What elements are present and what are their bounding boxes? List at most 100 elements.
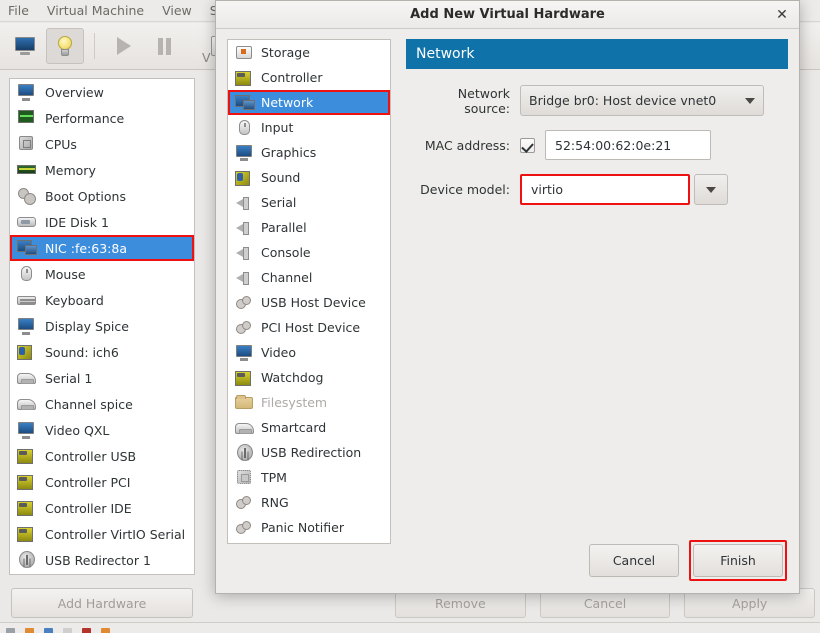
sound-icon: [235, 169, 253, 186]
cpu-icon: [17, 135, 37, 153]
device-item-label: USB Redirection: [261, 445, 362, 460]
hardware-item-memory[interactable]: Memory: [10, 157, 194, 183]
hardware-item-controller-ide[interactable]: Controller IDE: [10, 495, 194, 521]
hardware-item-performance[interactable]: Performance: [10, 105, 194, 131]
hardware-item-label: Video QXL: [45, 422, 110, 438]
video-icon: [235, 344, 253, 361]
device-item-channel[interactable]: Channel: [228, 265, 390, 290]
disk-icon: [17, 213, 37, 231]
device-item-usb-host-device[interactable]: USB Host Device: [228, 290, 390, 315]
menu-virtual-machine[interactable]: Virtual Machine: [47, 3, 144, 18]
hardware-item-label: CPUs: [45, 136, 77, 152]
device-item-serial[interactable]: Serial: [228, 190, 390, 215]
device-item-smartcard[interactable]: Smartcard: [228, 415, 390, 440]
taskbar-item[interactable]: [63, 627, 72, 633]
mac-address-checkbox[interactable]: [520, 137, 535, 153]
device-item-graphics[interactable]: Graphics: [228, 140, 390, 165]
device-model-dropdown-button[interactable]: [694, 174, 728, 205]
menu-file[interactable]: File: [8, 3, 29, 18]
graphics-icon: [235, 144, 253, 161]
hardware-item-ide-disk-1[interactable]: IDE Disk 1: [10, 209, 194, 235]
device-model-row: Device model: virtio: [410, 174, 784, 205]
device-item-storage[interactable]: Storage: [228, 40, 390, 65]
hardware-item-controller-usb[interactable]: Controller USB: [10, 443, 194, 469]
hardware-item-channel-spice[interactable]: Channel spice: [10, 391, 194, 417]
taskbar-item[interactable]: [25, 627, 34, 633]
hardware-item-serial-1[interactable]: Serial 1: [10, 365, 194, 391]
usb-icon: [17, 551, 37, 569]
device-item-pci-host-device[interactable]: PCI Host Device: [228, 315, 390, 340]
device-item-rng[interactable]: RNG: [228, 490, 390, 515]
storage-icon: [235, 44, 253, 61]
network-form: Network source: Bridge br0: Host device …: [406, 69, 788, 205]
hardware-item-display-spice[interactable]: Display Spice: [10, 313, 194, 339]
hardware-item-boot-options[interactable]: Boot Options: [10, 183, 194, 209]
hardware-item-controller-pci[interactable]: Controller PCI: [10, 469, 194, 495]
device-item-parallel[interactable]: Parallel: [228, 215, 390, 240]
hardware-item-overview[interactable]: Overview: [10, 79, 194, 105]
taskbar-item[interactable]: [6, 627, 15, 633]
menu-view[interactable]: View: [162, 3, 192, 18]
taskbar-item[interactable]: [101, 627, 110, 633]
gears-icon: [235, 294, 253, 311]
device-model-combobox[interactable]: virtio: [520, 174, 728, 205]
mouse-icon: [17, 265, 37, 283]
device-item-label: PCI Host Device: [261, 320, 361, 335]
video-icon: [17, 421, 37, 439]
cancel-button[interactable]: Cancel: [589, 544, 679, 577]
device-model-input[interactable]: virtio: [520, 174, 690, 205]
device-item-filesystem[interactable]: Filesystem: [228, 390, 390, 415]
device-item-label: RNG: [261, 495, 289, 510]
hardware-item-label: Sound: ich6: [45, 344, 119, 360]
device-item-watchdog[interactable]: Watchdog: [228, 365, 390, 390]
device-item-tpm[interactable]: TPM: [228, 465, 390, 490]
device-item-sound[interactable]: Sound: [228, 165, 390, 190]
device-item-console[interactable]: Console: [228, 240, 390, 265]
input-icon: [235, 119, 253, 136]
network-source-select[interactable]: Bridge br0: Host device vnet0: [520, 85, 764, 116]
gears-icon: [235, 494, 253, 511]
overview-icon: [17, 83, 37, 101]
device-item-label: Input: [261, 120, 294, 135]
add-hardware-button[interactable]: Add Hardware: [11, 588, 193, 618]
show-details-button[interactable]: [46, 28, 84, 64]
display-icon: [17, 317, 37, 335]
device-item-panic-notifier[interactable]: Panic Notifier: [228, 515, 390, 540]
hardware-item-keyboard[interactable]: Keyboard: [10, 287, 194, 313]
hardware-item-video-qxl[interactable]: Video QXL: [10, 417, 194, 443]
hardware-list[interactable]: Overview Performance CPUs Memory Boot Option…: [9, 78, 195, 575]
controller-icon: [17, 499, 37, 517]
close-icon[interactable]: ✕: [773, 6, 791, 24]
cancel-button-wrap: Cancel: [589, 544, 679, 577]
run-button[interactable]: [105, 28, 143, 64]
device-item-network[interactable]: Network: [228, 90, 390, 115]
device-item-controller[interactable]: Controller: [228, 65, 390, 90]
device-item-usb-redirection[interactable]: USB Redirection: [228, 440, 390, 465]
hardware-item-cpus[interactable]: CPUs: [10, 131, 194, 157]
taskbar-item[interactable]: [82, 627, 91, 633]
monitor-icon: [14, 37, 36, 55]
boot-options-icon: [17, 187, 37, 205]
hardware-item-label: IDE Disk 1: [45, 214, 109, 230]
taskbar-item[interactable]: [44, 627, 53, 633]
hardware-item-sound-ich6[interactable]: Sound: ich6: [10, 339, 194, 365]
finish-button[interactable]: Finish: [693, 544, 783, 577]
hardware-item-mouse[interactable]: Mouse: [10, 261, 194, 287]
dialog-action-buttons: Cancel Finish: [589, 540, 787, 581]
hardware-item-usb-redirector-1[interactable]: USB Redirector 1: [10, 547, 194, 573]
hardware-item-nic-fe-63-8a[interactable]: NIC :fe:63:8a: [10, 235, 194, 261]
hardware-item-controller-virtio-serial[interactable]: Controller VirtIO Serial: [10, 521, 194, 547]
device-item-video[interactable]: Video: [228, 340, 390, 365]
mac-address-input[interactable]: 52:54:00:62:0e:21: [545, 130, 711, 160]
pause-button[interactable]: [145, 28, 183, 64]
device-item-input[interactable]: Input: [228, 115, 390, 140]
device-model-value: virtio: [531, 182, 564, 197]
device-type-list[interactable]: Storage Controller Network Input Graphics Sou…: [227, 39, 391, 544]
desktop-taskbar[interactable]: [0, 622, 820, 633]
serial-jack-icon: [235, 219, 253, 236]
serial-icon: [17, 369, 37, 387]
nic-icon: [17, 239, 37, 257]
show-console-button[interactable]: [6, 28, 44, 64]
keyboard-icon: [17, 291, 37, 309]
device-item-label: Smartcard: [261, 420, 327, 435]
